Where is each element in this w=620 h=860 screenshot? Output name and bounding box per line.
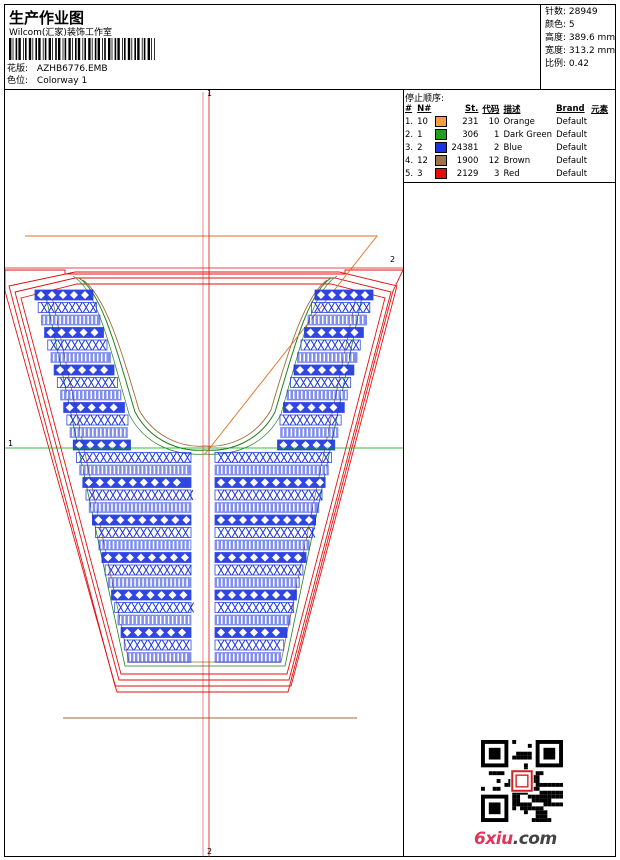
design-value: AZHB6776.EMB xyxy=(36,64,108,74)
barcode xyxy=(9,38,155,60)
stats-divider xyxy=(540,5,541,89)
row-code: 12 xyxy=(488,155,500,166)
panel-divider xyxy=(403,89,404,857)
row-needle: 3 xyxy=(417,168,423,179)
col-stitches: St. xyxy=(465,103,479,114)
col-needle: N# xyxy=(417,103,432,114)
watermark-logo: 6xiu.com xyxy=(474,829,557,849)
color-swatch-box xyxy=(435,155,448,166)
row-stitches: 306 xyxy=(462,129,479,140)
row-stitches: 24381 xyxy=(451,142,479,153)
colorway-label: 色位: xyxy=(7,76,29,86)
row-description: Dark Green xyxy=(503,129,553,140)
col-code: 代码 xyxy=(482,104,500,115)
row-needle: 12 xyxy=(417,155,428,166)
axis-left-label: 1 xyxy=(8,439,14,448)
row-index: 4. xyxy=(405,155,414,166)
color-row: 1. 10 231 10 Orange Default xyxy=(403,115,610,128)
row-code: 1 xyxy=(494,129,500,140)
stat-width: 宽度: 313.2 mm xyxy=(545,46,616,56)
stat-stitches: 针数: 28949 xyxy=(545,7,598,17)
production-sheet: 生产作业图 Wilcom(汇家)装饰工作室 花版: AZHB6776.EMB 色… xyxy=(4,4,616,857)
color-sequence-table: # N# St. 代码 描述 Brand 元素 1. 10 231 10 Orange D… xyxy=(403,102,610,180)
stat-colors: 颜色: 5 xyxy=(545,20,575,30)
row-stitches: 231 xyxy=(462,116,479,127)
axis-right-label: 2 xyxy=(390,255,396,264)
color-swatch-box xyxy=(435,116,448,127)
row-code: 10 xyxy=(488,116,500,127)
row-needle: 2 xyxy=(417,142,423,153)
row-index: 1. xyxy=(405,116,414,127)
row-index: 5. xyxy=(405,168,414,179)
row-brand: Default xyxy=(556,116,588,127)
row-brand: Default xyxy=(556,142,588,153)
panel-bottom-divider xyxy=(403,182,615,183)
row-brand: Default xyxy=(556,168,588,179)
header-divider xyxy=(5,89,615,90)
row-brand: Default xyxy=(556,129,588,140)
color-swatch-box xyxy=(435,129,448,140)
axis-bottom-label: 2 xyxy=(207,847,213,856)
row-index: 3. xyxy=(405,142,414,153)
axis-top-label: 1 xyxy=(207,89,213,98)
col-index: # xyxy=(405,103,413,114)
colorway-row: 色位: Colorway 1 xyxy=(7,76,87,87)
design-file-row: 花版: AZHB6776.EMB xyxy=(7,64,108,75)
color-swatch xyxy=(433,128,449,141)
row-description: Orange xyxy=(503,116,535,127)
design-label: 花版: xyxy=(7,64,29,74)
row-code: 3 xyxy=(494,168,500,179)
row-stitches: 2129 xyxy=(456,168,479,179)
seal-logo-icon xyxy=(511,770,533,792)
col-element: 元素 xyxy=(591,104,609,115)
embroidery-design xyxy=(5,92,403,857)
row-code: 2 xyxy=(494,142,500,153)
color-swatch-box xyxy=(435,168,448,179)
stat-height: 高度: 389.6 mm xyxy=(545,33,616,43)
color-row: 4. 12 1900 12 Brown Default xyxy=(403,154,610,167)
company-name: Wilcom(汇家)装饰工作室 xyxy=(9,28,112,38)
colorway-value: Colorway 1 xyxy=(36,76,88,86)
qr-code xyxy=(481,740,563,822)
row-brand: Default xyxy=(556,155,588,166)
col-brand: Brand xyxy=(556,103,585,114)
row-index: 2. xyxy=(405,129,414,140)
row-needle: 1 xyxy=(417,129,423,140)
color-row: 3. 2 24381 2 Blue Default xyxy=(403,141,610,154)
color-swatch-box xyxy=(435,142,448,153)
row-description: Red xyxy=(503,168,520,179)
color-row: 2. 1 306 1 Dark Green Default xyxy=(403,128,610,141)
row-description: Brown xyxy=(503,155,531,166)
row-stitches: 1900 xyxy=(456,155,479,166)
color-row: 5. 3 2129 3 Red Default xyxy=(403,167,610,180)
col-description: 描述 xyxy=(503,104,521,115)
stat-scale: 比例: 0.42 xyxy=(545,59,589,69)
row-description: Blue xyxy=(503,142,523,153)
color-swatch xyxy=(433,167,449,180)
color-swatch xyxy=(433,115,449,128)
color-swatch xyxy=(433,154,449,167)
row-needle: 10 xyxy=(417,116,428,127)
color-swatch xyxy=(433,141,449,154)
